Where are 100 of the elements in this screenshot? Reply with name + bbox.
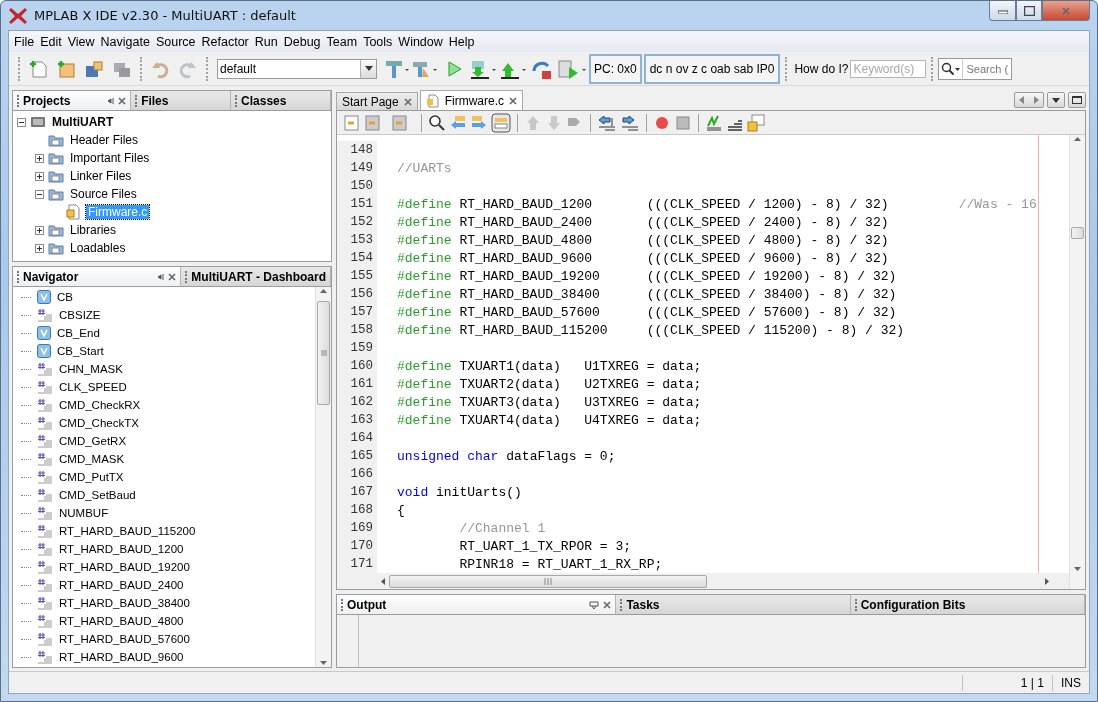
expander-icon[interactable] [35, 225, 44, 235]
menu-item[interactable]: Run [251, 34, 281, 49]
menu-item[interactable]: Refactor [198, 34, 252, 49]
line-number: 156 [337, 285, 377, 303]
menu-item[interactable]: File [11, 34, 38, 49]
navigator-item[interactable]: CB_Start [57, 345, 104, 357]
search-field[interactable]: Search ( [962, 57, 1013, 80]
search-button[interactable] [938, 57, 963, 80]
keyword-field[interactable]: Keyword(s) [850, 59, 927, 78]
expander-icon[interactable] [35, 189, 44, 199]
panel-tab[interactable]: Files [131, 91, 232, 110]
menu-item[interactable]: Window [395, 34, 446, 49]
navigator-item[interactable]: CMD_MASK [59, 453, 125, 465]
tree-item[interactable]: Linker Files [68, 169, 134, 183]
menu-item[interactable]: Debug [280, 34, 324, 49]
close-icon[interactable] [403, 97, 412, 106]
panel-tab[interactable]: MultiUART - Dashboard [181, 267, 331, 286]
menu-item[interactable]: Navigate [97, 34, 153, 49]
close-icon[interactable] [509, 96, 518, 105]
tree-item[interactable]: Important Files [68, 151, 152, 165]
stop-icon[interactable] [674, 113, 692, 132]
dropdown-icon[interactable] [1052, 97, 1060, 103]
navigator-item[interactable]: RT_HARD_BAUD_115200 [59, 525, 196, 537]
editor-tab[interactable]: Firmware.c [419, 90, 524, 110]
shift-right-icon[interactable] [620, 113, 640, 132]
navigator-item[interactable]: RT_HARD_BAUD_19200 [59, 561, 190, 573]
navigator-item[interactable]: RT_HARD_BAUD_1200 [59, 543, 184, 555]
editor-tab[interactable]: Start Page [336, 92, 418, 110]
search-icon[interactable] [428, 113, 446, 132]
tab-scroll-icon[interactable] [1019, 96, 1039, 104]
close-icon[interactable] [168, 272, 177, 281]
navigator-item[interactable]: RT_HARD_BAUD_38400 [59, 597, 190, 609]
scrollbar-thumb[interactable] [1071, 227, 1084, 239]
highlight-toggle-icon[interactable] [491, 112, 511, 133]
menu-item[interactable]: Team [323, 34, 361, 49]
code-line: #define RT_HARD_BAUD_2400 (((CLK_SPEED / 2400) - 8) / 32) [396, 214, 890, 230]
panel-tab[interactable]: Projects [13, 91, 132, 110]
folder-icon[interactable] [48, 133, 64, 147]
expander-icon[interactable] [35, 171, 44, 181]
panel-tab[interactable]: Classes [231, 91, 331, 110]
expander-icon[interactable] [35, 243, 44, 253]
navigator-item[interactable]: CMD_GetRX [59, 435, 127, 447]
navigator-item[interactable]: RT_HARD_BAUD_2400 [59, 579, 184, 591]
menu-item[interactable]: Edit [37, 34, 65, 49]
navigator-item[interactable]: CMD_SetBaud [59, 489, 136, 501]
menu-item[interactable]: Source [152, 34, 199, 49]
debug-icon[interactable] [557, 58, 587, 79]
navigator-item[interactable]: CMD_CheckRX [59, 399, 141, 411]
navigator-item[interactable]: CB_End [57, 327, 100, 339]
scroll-down-icon[interactable] [320, 661, 327, 665]
hammer-icon[interactable] [383, 58, 409, 79]
menu-item[interactable]: Help [445, 34, 478, 49]
tree-item[interactable]: Loadables [68, 241, 128, 255]
file-icon[interactable] [66, 204, 82, 220]
open-project-icon[interactable] [84, 58, 104, 79]
panel-tab[interactable]: Output [337, 595, 617, 614]
menu-item[interactable]: Tools [360, 34, 396, 49]
navigator-item[interactable]: RT_HARD_BAUD_4800 [59, 615, 184, 627]
tree-item[interactable]: Libraries [68, 223, 119, 237]
panel-tab[interactable]: Navigator [13, 267, 182, 286]
maximize-icon[interactable] [1023, 5, 1035, 16]
shift-left-icon[interactable] [597, 113, 617, 132]
tree-item[interactable]: Header Files [68, 133, 141, 147]
navigator-item[interactable]: RT_HARD_BAUD_9600 [59, 651, 184, 663]
close-icon[interactable] [603, 600, 612, 609]
scroll-right-icon[interactable] [1045, 577, 1049, 585]
scroll-up-icon[interactable] [1074, 137, 1081, 141]
configuration-dropdown[interactable]: default [217, 58, 377, 79]
expander-icon[interactable] [17, 117, 26, 127]
hash-icon [37, 560, 53, 574]
maximize-icon[interactable] [1072, 96, 1082, 104]
code-line: #define RT_HARD_BAUD_57600 (((CLK_SPEED / 57600) - 8) / 32) [396, 304, 898, 320]
navigator-item[interactable]: RT_HARD_BAUD_57600 [59, 633, 190, 645]
navigator-item[interactable]: CLK_SPEED [59, 381, 127, 393]
scrollbar-thumb[interactable] [389, 574, 707, 588]
navigator-item[interactable]: CMD_PutTX [59, 471, 124, 483]
navigator-item[interactable]: CMD_CheckTX [59, 417, 139, 429]
find-next-icon[interactable] [470, 113, 488, 132]
menu-item[interactable]: View [64, 34, 98, 49]
expander-icon[interactable] [35, 153, 44, 163]
status-flags: dc n ov z c oab sab IP0 [643, 53, 781, 84]
download-icon[interactable] [469, 58, 497, 79]
navigator-item[interactable]: CB [57, 291, 73, 303]
new-file-icon[interactable] [28, 58, 48, 79]
scrollbar-thumb[interactable] [317, 301, 330, 405]
navigator-item[interactable]: CBSIZE [59, 309, 101, 321]
hash-icon [37, 614, 53, 628]
navigator-item[interactable]: CHN_MASK [59, 363, 123, 375]
tree-item[interactable]: Source Files [68, 187, 139, 201]
scroll-up-icon[interactable] [320, 289, 327, 293]
panel-tab[interactable]: Tasks [616, 595, 851, 614]
close-icon[interactable] [118, 96, 127, 105]
tree-item[interactable]: MultiUART [50, 115, 116, 129]
navigator-item[interactable]: NUMBUF [59, 507, 109, 519]
c-file-icon [425, 93, 440, 108]
scroll-down-icon[interactable] [1074, 567, 1081, 571]
scroll-left-icon[interactable] [381, 577, 385, 585]
new-project-icon[interactable] [56, 58, 76, 79]
code-line: #define RT_HARD_BAUD_19200 (((CLK_SPEED / 19200) - 8) / 32) [396, 268, 898, 284]
panel-tab[interactable]: Configuration Bits [850, 595, 1085, 614]
